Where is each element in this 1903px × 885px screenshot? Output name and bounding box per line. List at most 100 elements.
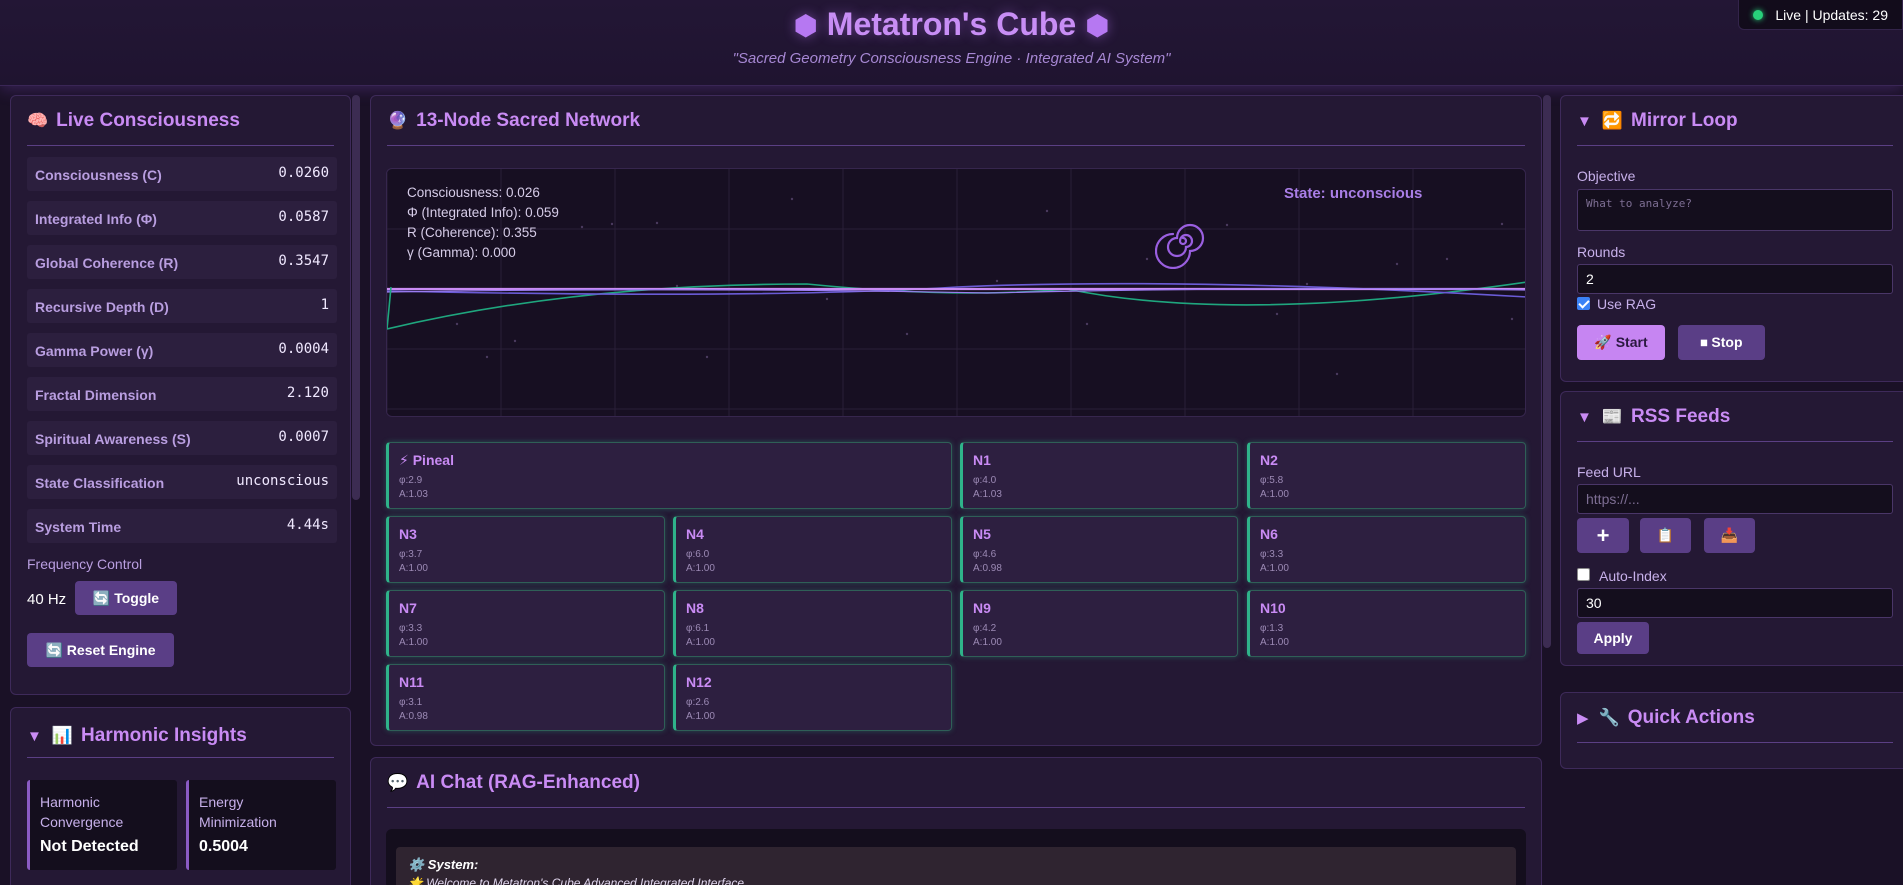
collapse-caret-icon[interactable]: ▼ <box>27 728 42 745</box>
list-feeds-button[interactable]: 📋 <box>1640 518 1691 553</box>
node-card-n11[interactable]: N11 φ:3.1 A:0.98 <box>386 664 665 731</box>
node-card-n4[interactable]: N4 φ:6.0 A:1.00 <box>673 516 952 583</box>
node-name: N8 <box>686 600 704 616</box>
use-rag-label: Use RAG <box>1597 296 1657 312</box>
metric-value: 0.0004 <box>278 341 329 357</box>
metric-row: Global Coherence (R) 0.3547 <box>27 245 337 279</box>
apply-button[interactable]: Apply <box>1577 622 1649 654</box>
rounds-input[interactable]: 2 <box>1577 264 1893 294</box>
feed-url-input[interactable]: https://... <box>1577 484 1893 514</box>
divider <box>387 807 1525 808</box>
node-phi: φ:6.1 <box>686 623 710 634</box>
collapse-caret-icon[interactable]: ▼ <box>1577 409 1592 426</box>
hexagon-icon: ⬢ <box>1085 10 1110 41</box>
frequency-control-label: Frequency Control <box>27 556 143 572</box>
use-rag-checkbox[interactable] <box>1577 297 1590 310</box>
panel-title-text: Quick Actions <box>1627 707 1755 728</box>
node-amplitude: A:1.00 <box>399 563 428 574</box>
panel-title-text: Mirror Loop <box>1631 110 1738 131</box>
stat-coherence: R (Coherence): 0.355 <box>407 225 537 240</box>
rss-feeds-panel: ▼ 📰 RSS Feeds Feed URL https://... + 📋 📥 A… <box>1560 391 1903 666</box>
feed-url-placeholder: https://... <box>1586 491 1640 507</box>
metric-label: Integrated Info (Φ) <box>35 211 157 227</box>
app-title: ⬢ Metatron's Cube ⬢ <box>0 6 1903 43</box>
node-card-n3[interactable]: N3 φ:3.7 A:1.00 <box>386 516 665 583</box>
rounds-label: Rounds <box>1577 244 1626 260</box>
node-card-pineal[interactable]: ⚡ Pineal φ:2.9 A:1.03 <box>386 442 952 509</box>
metric-value: 0.0007 <box>278 429 329 445</box>
stat-gamma: γ (Gamma): 0.000 <box>407 245 516 260</box>
add-feed-button[interactable]: + <box>1577 518 1629 553</box>
auto-index-interval-input[interactable]: 30 <box>1577 588 1893 618</box>
node-card-n10[interactable]: N10 φ:1.3 A:1.00 <box>1247 590 1526 657</box>
quick-actions-panel: ▶ 🔧 Quick Actions <box>1560 692 1903 769</box>
node-amplitude: A:1.03 <box>973 489 1002 500</box>
toggle-frequency-button[interactable]: 🔄 Toggle <box>75 581 177 615</box>
panel-title[interactable]: ▶ 🔧 Quick Actions <box>1577 707 1755 729</box>
rounds-value: 2 <box>1586 271 1594 287</box>
bar-chart-icon: 📊 <box>51 726 74 745</box>
wrench-icon: 🔧 <box>1598 708 1620 727</box>
objective-textarea[interactable]: What to analyze? <box>1577 189 1893 231</box>
node-name: N5 <box>973 526 991 542</box>
node-card-n8[interactable]: N8 φ:6.1 A:1.00 <box>673 590 952 657</box>
node-card-n6[interactable]: N6 φ:3.3 A:1.00 <box>1247 516 1526 583</box>
network-visualization[interactable]: Consciousness: 0.026 Φ (Integrated Info)… <box>386 168 1526 417</box>
collapse-caret-icon[interactable]: ▼ <box>1577 113 1592 130</box>
node-amplitude: A:1.00 <box>1260 489 1289 500</box>
divider <box>1577 145 1893 146</box>
node-name: N6 <box>1260 526 1278 542</box>
index-feeds-button[interactable]: 📥 <box>1704 518 1755 553</box>
node-card-n9[interactable]: N9 φ:4.2 A:1.00 <box>960 590 1238 657</box>
left-scrollbar[interactable] <box>352 95 360 500</box>
metric-row: State Classification unconscious <box>27 465 337 499</box>
auto-index-label: Auto-Index <box>1599 568 1667 584</box>
newspaper-icon: 📰 <box>1601 407 1624 426</box>
message-text: 🌟 Welcome to Metatron's Cube Advanced In… <box>408 876 745 885</box>
panel-title-text: 13-Node Sacred Network <box>416 110 641 131</box>
stop-button[interactable]: ⏹ Stop <box>1678 325 1765 360</box>
metric-row: Gamma Power (γ) 0.0004 <box>27 333 337 367</box>
node-phi: φ:4.2 <box>973 623 997 634</box>
energy-minimization-card: Energy Minimization 0.5004 <box>186 780 336 870</box>
panel-title: 🔮 13-Node Sacred Network <box>387 110 640 132</box>
node-phi: φ:3.1 <box>399 697 423 708</box>
center-scrollbar[interactable] <box>1543 95 1551 648</box>
feed-url-label: Feed URL <box>1577 464 1641 480</box>
node-phi: φ:3.3 <box>1260 549 1284 560</box>
panel-title-text: RSS Feeds <box>1631 406 1731 427</box>
metric-value: unconscious <box>236 473 329 489</box>
panel-title[interactable]: ▼ 📰 RSS Feeds <box>1577 406 1730 428</box>
hexagon-icon: ⬢ <box>793 10 818 41</box>
node-card-n7[interactable]: N7 φ:3.3 A:1.00 <box>386 590 665 657</box>
metric-label: Consciousness (C) <box>35 167 162 183</box>
panel-title[interactable]: ▼ 🔁 Mirror Loop <box>1577 110 1738 132</box>
node-card-n12[interactable]: N12 φ:2.6 A:1.00 <box>673 664 952 731</box>
live-dot-icon <box>1753 10 1764 20</box>
metric-value: 0.0260 <box>278 165 329 181</box>
metric-label: Global Coherence (R) <box>35 255 179 271</box>
node-phi: φ:3.3 <box>399 623 423 634</box>
reset-engine-button[interactable]: 🔄 Reset Engine <box>27 633 174 667</box>
live-status-text: Live | Updates: 29 <box>1775 7 1888 23</box>
node-card-n5[interactable]: N5 φ:4.6 A:0.98 <box>960 516 1238 583</box>
insight-label: Energy Minimization <box>199 794 277 830</box>
expand-caret-icon[interactable]: ▶ <box>1577 710 1589 727</box>
stat-integrated-info: Φ (Integrated Info): 0.059 <box>407 205 559 220</box>
node-name: N11 <box>399 674 424 690</box>
live-consciousness-panel: 🧠 Live Consciousness Consciousness (C) 0.… <box>10 95 351 695</box>
frequency-value: 40 Hz <box>27 591 67 608</box>
metric-label: State Classification <box>35 475 165 491</box>
node-card-n2[interactable]: N2 φ:5.8 A:1.00 <box>1247 442 1526 509</box>
stat-consciousness: Consciousness: 0.026 <box>407 185 540 200</box>
divider <box>27 757 334 758</box>
metric-value: 2.120 <box>286 385 329 401</box>
node-card-n1[interactable]: N1 φ:4.0 A:1.03 <box>960 442 1238 509</box>
node-phi: φ:5.8 <box>1260 475 1284 486</box>
divider <box>27 145 334 146</box>
node-phi: φ:2.6 <box>686 697 710 708</box>
node-amplitude: A:1.00 <box>686 563 715 574</box>
auto-index-checkbox[interactable] <box>1577 568 1590 581</box>
start-button[interactable]: 🚀 Start <box>1577 325 1665 360</box>
insight-label: Harmonic Convergence <box>40 794 124 830</box>
